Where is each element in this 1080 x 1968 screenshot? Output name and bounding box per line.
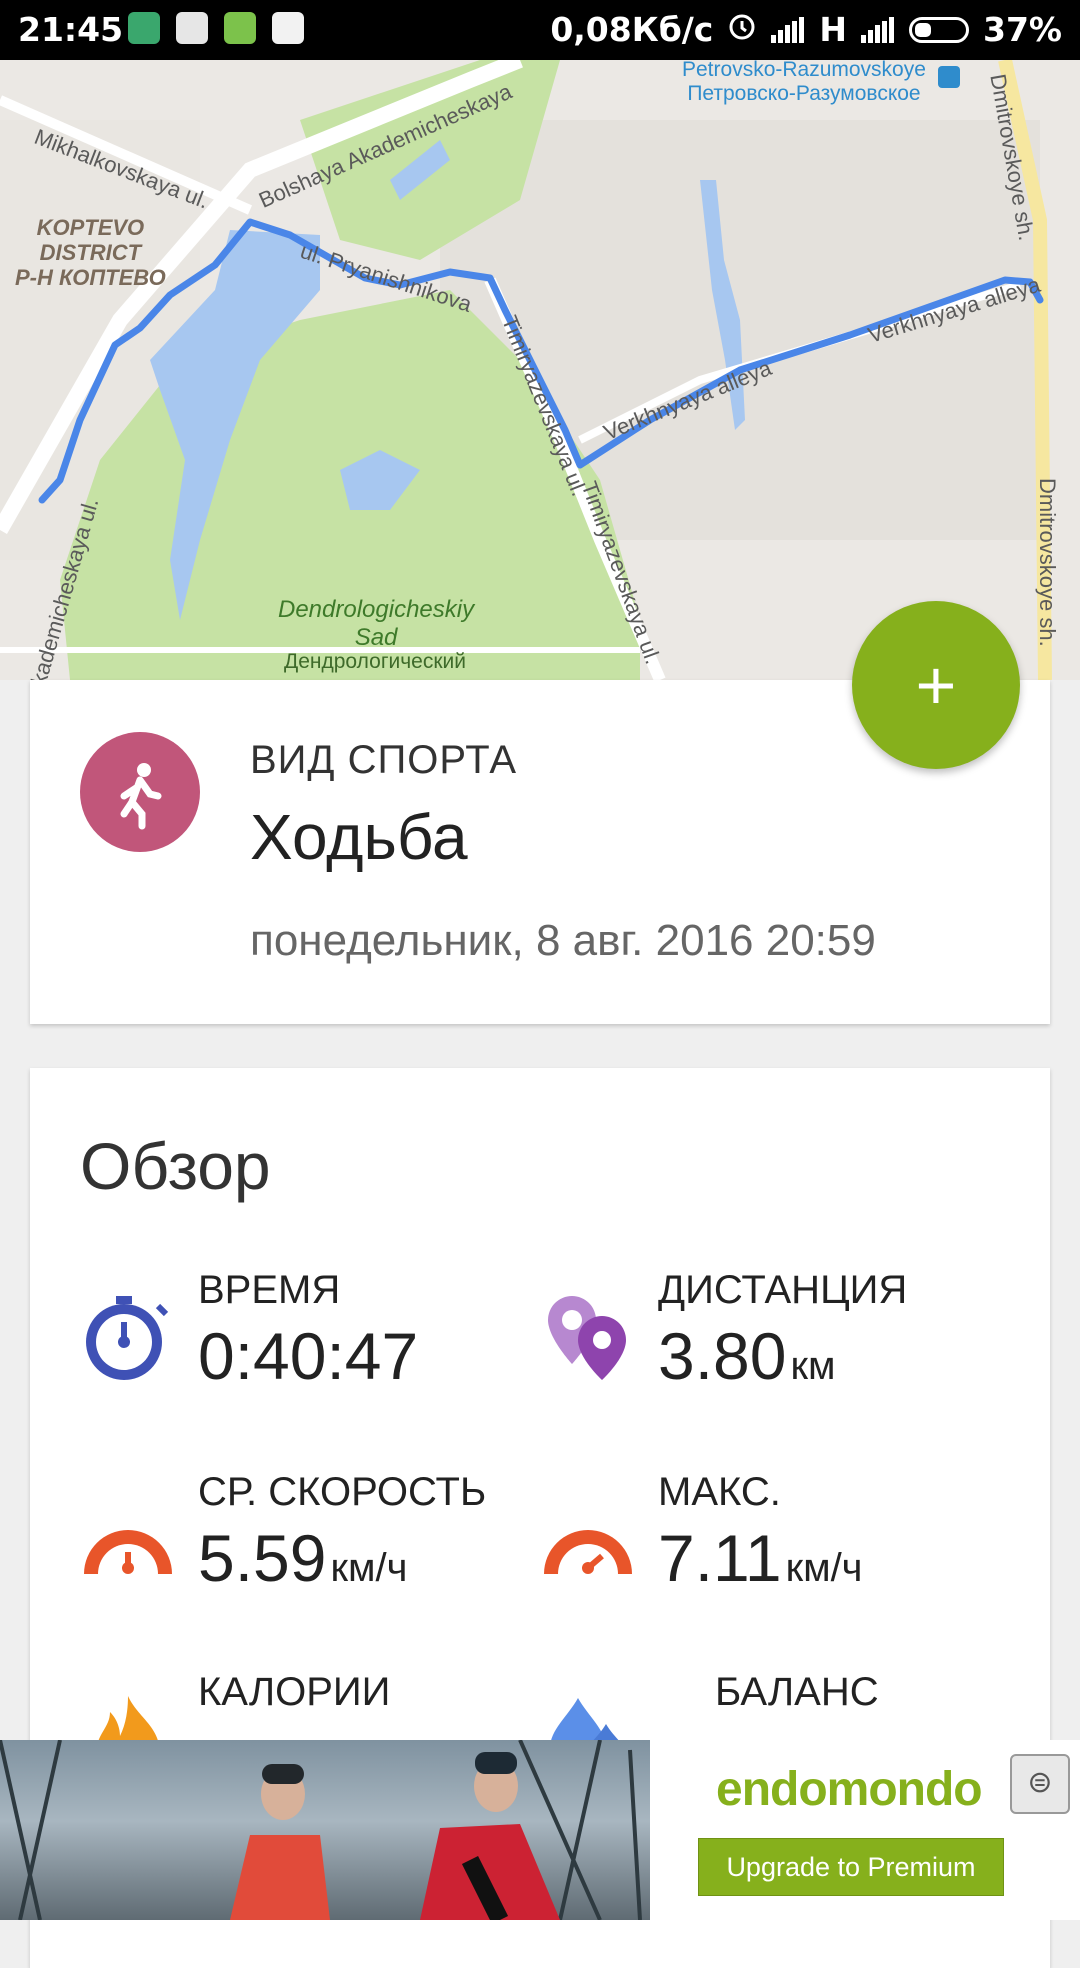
security-notification-icon [128,12,160,44]
walking-person-icon [80,732,200,852]
map-label-koptevo-1: KOPTEVO [36,215,145,240]
sport-type-value[interactable]: Ходьба [250,800,468,874]
signal-icon-2 [861,16,895,43]
network-speed: 0,08Кб/с [550,10,714,49]
network-type: H [819,10,847,49]
stat-max-speed-value: 7.11 км/ч [658,1520,863,1596]
signal-icon [771,16,805,43]
map-label-metro: Petrovsko-Razumovskoye Петровско-Разумов… [682,60,926,106]
ad-photo-runners [0,1740,650,1920]
mail-notification-icon [176,12,208,44]
stat-max-speed-unit: км/ч [785,1546,863,1590]
play-store-notification-icon [272,12,304,44]
map-label-park-ru-1: Дендрологический [284,650,466,673]
speedometer-icon [80,1490,176,1586]
map-label-koptevo-3: Р-Н КОПТЕВО [15,265,166,290]
alarm-icon [727,10,757,49]
status-bar: 21:45 0,08Кб/с H 37% [0,0,1080,60]
map-label-park-en-1: Dendrologicheskiy [278,596,475,623]
map-label-metro-ru: Петровско-Разумовское [687,82,921,105]
map-pins-icon [540,1288,636,1384]
map-label-dmitrovskoye-right: Dmitrovskoye sh. [1035,478,1060,647]
ad-banner[interactable]: endomondo Upgrade to Premium ⊜ [0,1740,1080,1920]
status-right: 0,08Кб/с H 37% [550,10,1062,49]
metro-station-icon [938,66,960,88]
sport-type-label: ВИД СПОРТА [250,738,518,782]
ad-close-icon[interactable]: ⊜ [1010,1754,1070,1814]
workout-date: понедельник, 8 авг. 2016 20:59 [250,916,876,965]
stat-balance-label: БАЛАНС [715,1670,879,1714]
stopwatch-icon [80,1288,176,1384]
stat-time-number: 0:40:47 [198,1319,419,1393]
endomondo-logo: endomondo [716,1763,983,1816]
stat-time-label: ВРЕМЯ [198,1268,341,1312]
stat-distance-number: 3.80 [658,1319,787,1393]
map-label-park-ru: Дендрологический [284,650,466,674]
stat-calories-label: КАЛОРИИ [198,1670,391,1714]
stat-time-value: 0:40:47 [198,1318,418,1394]
map-label-park-en-2: Sad [354,624,398,651]
map-label-koptevo-2: DISTRICT [39,240,142,265]
map-label-park: Dendrologicheskiy Sad [278,596,474,652]
stat-max-speed-number: 7.11 [658,1521,782,1595]
route-map[interactable]: Mikhalkovskaya ul. Bolshaya Akademichesk… [0,60,1080,680]
stat-distance-label: ДИСТАНЦИЯ [658,1268,908,1312]
speedometer-icon [540,1490,636,1586]
battery-icon [909,16,969,43]
stat-distance-value: 3.80 км [658,1318,835,1394]
stat-avg-speed-label: СР. СКОРОСТЬ [198,1470,487,1514]
stat-avg-speed-value: 5.59 км/ч [198,1520,407,1596]
stat-avg-speed-number: 5.59 [198,1521,327,1595]
battery-percent: 37% [983,10,1062,49]
stat-distance-unit: км [790,1344,836,1388]
map-label-koptevo: KOPTEVO DISTRICT Р-Н КОПТЕВО [15,215,166,290]
upgrade-premium-button[interactable]: Upgrade to Premium [698,1838,1004,1896]
status-time: 21:45 [18,10,124,49]
stat-avg-speed-unit: км/ч [330,1546,408,1590]
stat-max-speed-label: МАКС. [658,1470,781,1514]
android-notification-icon [224,12,256,44]
map-label-metro-en: Petrovsko-Razumovskoye [682,60,926,81]
overview-title: Обзор [80,1129,271,1203]
add-button[interactable]: + [852,601,1020,769]
